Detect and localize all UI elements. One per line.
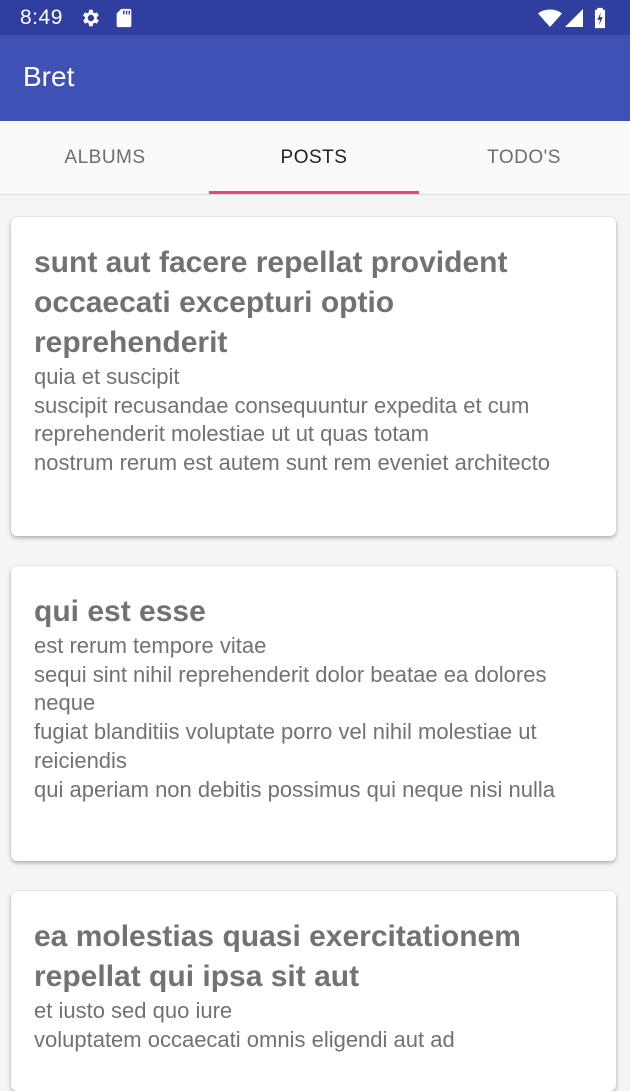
post-body: et iusto sed quo iure voluptatem occaeca…	[34, 998, 455, 1052]
battery-charging-icon	[594, 7, 606, 29]
wifi-icon	[538, 9, 562, 27]
tab-albums[interactable]: ALBUMS	[0, 121, 210, 194]
post-card[interactable]: ea molestias quasi exercitationem repell…	[11, 891, 616, 1091]
status-bar: 8:49	[0, 0, 630, 35]
tab-posts[interactable]: POSTS	[209, 121, 419, 194]
gear-icon	[83, 9, 99, 27]
tab-bar: ALBUMS POSTS TODO'S	[0, 121, 630, 195]
post-body: est rerum tempore vitae sequi sint nihil…	[34, 633, 555, 802]
app-bar: Bret	[0, 35, 630, 121]
cellular-signal-icon	[565, 9, 583, 27]
status-time: 8:49	[20, 6, 63, 29]
sd-card-icon	[116, 8, 132, 28]
post-card[interactable]: qui est esse est rerum tempore vitae seq…	[11, 566, 616, 861]
post-title: ea molestias quasi exercitationem repell…	[34, 920, 521, 993]
post-title: sunt aut facere repellat provident occae…	[34, 246, 508, 359]
app-title: Bret	[23, 61, 75, 92]
tab-todos[interactable]: TODO'S	[419, 121, 629, 194]
tab-indicator	[209, 191, 419, 194]
post-card[interactable]: sunt aut facere repellat provident occae…	[11, 217, 616, 536]
post-body: quia et suscipit suscipit recusandae con…	[34, 364, 550, 476]
post-title: qui est esse	[34, 595, 206, 628]
